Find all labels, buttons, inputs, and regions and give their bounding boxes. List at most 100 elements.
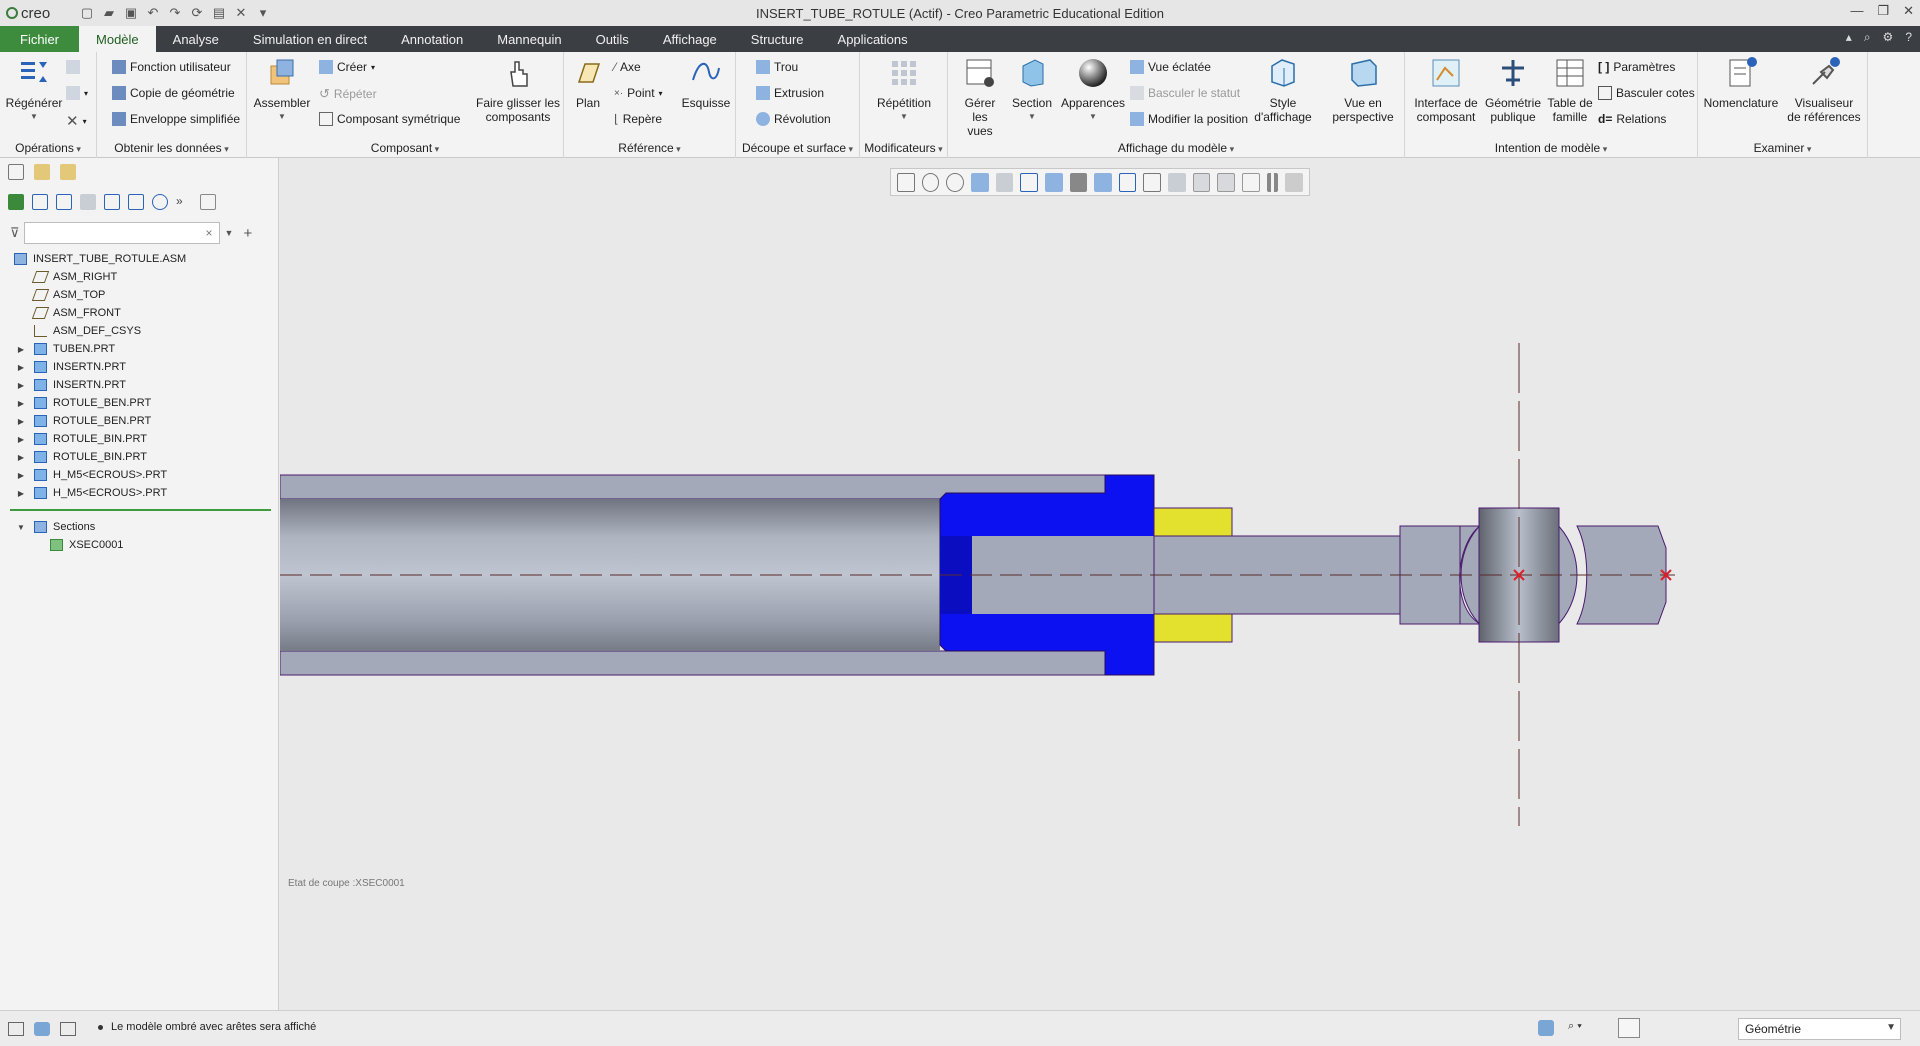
tree-item[interactable]: ▶ INSERTN.PRT	[0, 376, 279, 394]
undo-icon[interactable]: ↶	[144, 4, 162, 22]
tree-item[interactable]: ASM_FRONT	[0, 304, 279, 322]
insert-bore[interactable]	[972, 536, 1154, 614]
assembler-button[interactable]: Assembler ▼	[253, 56, 311, 124]
tab-affichage[interactable]: Affichage	[646, 26, 734, 52]
favorites-tab-icon[interactable]	[60, 164, 76, 180]
tree-columns-icon[interactable]	[56, 194, 72, 210]
tree-item[interactable]: ▶ H_M5<ECROUS>.PRT	[0, 484, 279, 502]
group-title-reference[interactable]: Référence	[564, 141, 735, 155]
close-window-icon[interactable]: ✕	[232, 4, 250, 22]
interface-composant-button[interactable]: Interface de composant	[1411, 56, 1481, 124]
find-icon[interactable]	[1538, 1020, 1554, 1036]
rod-shaft[interactable]	[1153, 535, 1401, 615]
tab-structure[interactable]: Structure	[734, 26, 821, 52]
tree-item[interactable]: ▶ TUBEN.PRT	[0, 340, 279, 358]
layer-tree-icon[interactable]	[80, 194, 96, 210]
datum-point-marker[interactable]	[1660, 569, 1672, 581]
regenerate-icon[interactable]: ⟳	[188, 4, 206, 22]
table-famille-button[interactable]: Table de famille	[1543, 56, 1597, 124]
composant-symetrique-button[interactable]: Composant symétrique	[319, 112, 460, 126]
datum-point-marker[interactable]	[1513, 569, 1525, 581]
display-style-icon[interactable]	[1044, 172, 1063, 192]
selection-filter-dropdown[interactable]: Géométrie ▼	[1738, 1018, 1901, 1040]
tab-modele[interactable]: Modèle	[79, 26, 156, 52]
redo-icon[interactable]: ↷	[166, 4, 184, 22]
search-icon[interactable]: ⌕	[1864, 30, 1871, 45]
expand-arrow-icon[interactable]: ▶	[14, 489, 28, 498]
expand-panel-icon[interactable]: »	[176, 194, 192, 210]
minimize-icon[interactable]: —	[1850, 3, 1863, 19]
tube-wall-top[interactable]	[280, 474, 1106, 500]
tree-item[interactable]: ▶ H_M5<ECROUS>.PRT	[0, 466, 279, 484]
tree-item-xsec[interactable]: XSEC0001	[0, 536, 279, 554]
repaint-icon[interactable]	[971, 172, 989, 192]
add-column-icon[interactable]: +	[243, 225, 252, 242]
insert-section[interactable]	[1105, 475, 1154, 675]
show-icon[interactable]	[152, 194, 168, 210]
axe-button[interactable]: ⁄ Axe	[614, 60, 641, 74]
tab-analyse[interactable]: Analyse	[156, 26, 236, 52]
reorient-icon[interactable]	[995, 172, 1014, 192]
section-display-icon[interactable]	[1192, 172, 1211, 192]
tree-item[interactable]: INSERT_TUBE_ROTULE.ASM	[0, 250, 279, 268]
tree-insert-marker[interactable]	[10, 509, 271, 511]
model-display-icon[interactable]	[1242, 172, 1260, 192]
tree-item-sections[interactable]: ▼ Sections	[0, 518, 279, 536]
plan-button[interactable]: Plan	[570, 56, 606, 110]
model-tree-tab-icon[interactable]	[8, 164, 24, 180]
new-icon[interactable]: ▢	[78, 4, 96, 22]
regenerer-button[interactable]: Régénérer ▼	[6, 56, 62, 124]
tab-applications[interactable]: Applications	[821, 26, 925, 52]
fonction-utilisateur-button[interactable]: Fonction utilisateur	[112, 60, 231, 74]
group-title-modificateurs[interactable]: Modificateurs	[860, 141, 947, 155]
group-title-obtenir[interactable]: Obtenir les données	[97, 141, 246, 155]
visualiseur-references-button[interactable]: Visualiseur de références	[1782, 56, 1866, 124]
vue-perspective-button[interactable]: Vue en perspective	[1328, 56, 1398, 124]
folder-browser-tab-icon[interactable]	[34, 164, 50, 180]
insert-body[interactable]	[939, 474, 1155, 676]
trou-button[interactable]: Trou	[756, 60, 798, 74]
clear-search-icon[interactable]: ×	[206, 226, 213, 240]
relations-button[interactable]: d= Relations	[1598, 112, 1666, 126]
view-manager-icon[interactable]	[1069, 172, 1088, 192]
repere-button[interactable]: ⌊ Repère	[614, 112, 662, 126]
datum-display-icon[interactable]	[1118, 172, 1137, 192]
saved-orientations-icon[interactable]	[1020, 172, 1038, 192]
copy-icon[interactable]	[66, 60, 80, 74]
expand-arrow-icon[interactable]: ▶	[14, 435, 28, 444]
restore-icon[interactable]: ❐	[1877, 3, 1889, 19]
tree-item[interactable]: ▶ ROTULE_BIN.PRT	[0, 448, 279, 466]
extrusion-button[interactable]: Extrusion	[756, 86, 824, 100]
rod-shoulder[interactable]	[1399, 525, 1461, 625]
refit-icon[interactable]	[897, 172, 915, 192]
zoom-out-icon[interactable]	[946, 172, 965, 192]
graphics-window[interactable]: Etat de coupe :XSEC0001	[280, 158, 1920, 1010]
point-button[interactable]: ×· Point ▾	[614, 86, 663, 100]
ball-joint[interactable]	[1460, 507, 1578, 643]
tree-search-input[interactable]	[23, 222, 220, 244]
tree-item[interactable]: ▶ ROTULE_BEN.PRT	[0, 412, 279, 430]
revolution-button[interactable]: Révolution	[756, 112, 831, 126]
creer-button[interactable]: Créer ▾	[319, 60, 375, 74]
delete-icon[interactable]: ✕ ▾	[66, 112, 87, 130]
parametres-button[interactable]: [ ] Paramètres	[1598, 60, 1675, 74]
gerer-vues-button[interactable]: Gérer les vues	[956, 56, 1004, 138]
esquisse-button[interactable]: Esquisse	[680, 56, 732, 110]
group-title-decoupe[interactable]: Découpe et surface	[736, 141, 859, 155]
geometrie-publique-button[interactable]: Géométrie publique	[1481, 56, 1545, 124]
group-title-intention[interactable]: Intention de modèle	[1405, 141, 1697, 155]
tube-wall-bottom[interactable]	[280, 650, 1106, 676]
group-title-composant[interactable]: Composant	[247, 141, 563, 155]
filter-icon[interactable]: ⊽	[10, 225, 20, 241]
group-title-operations[interactable]: Opérations	[0, 141, 96, 155]
tree-item[interactable]: ▶ ROTULE_BIN.PRT	[0, 430, 279, 448]
settings-icon[interactable]: ⚙	[1883, 30, 1894, 45]
enveloppe-button[interactable]: Enveloppe simplifiée	[112, 112, 240, 126]
nomenclature-button[interactable]: Nomenclature	[1702, 56, 1780, 110]
tree-item[interactable]: ▶ ROTULE_BEN.PRT	[0, 394, 279, 412]
tab-mannequin[interactable]: Mannequin	[480, 26, 578, 52]
faire-glisser-button[interactable]: Faire glisser les composants	[475, 56, 561, 124]
basculer-cotes-button[interactable]: Basculer cotes	[1598, 86, 1695, 100]
pause-icon[interactable]	[1266, 172, 1279, 192]
tab-outils[interactable]: Outils	[579, 26, 646, 52]
